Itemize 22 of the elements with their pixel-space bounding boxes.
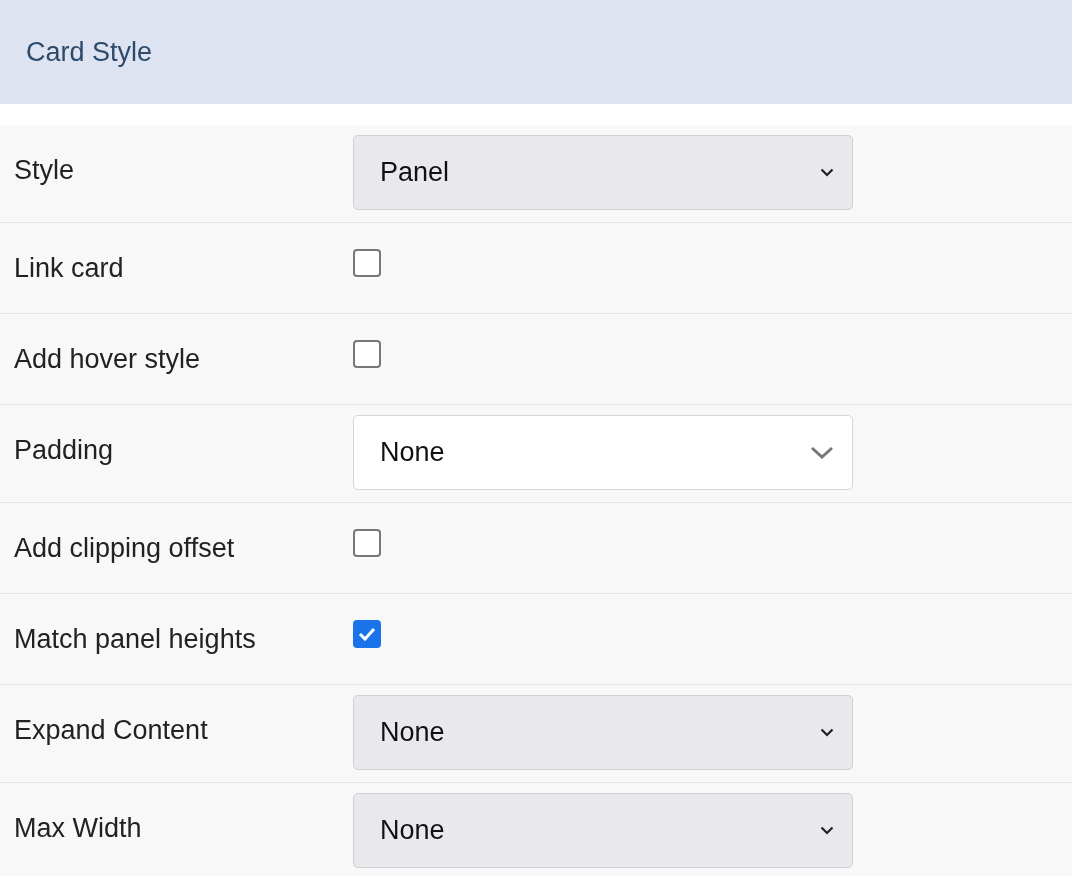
field-label: Max Width — [13, 812, 143, 845]
select-field[interactable]: None — [353, 695, 853, 770]
select-field[interactable]: None — [353, 793, 853, 868]
field-label: Match panel heights — [13, 623, 257, 656]
select-field[interactable]: None — [353, 415, 853, 490]
field-label: Padding — [13, 434, 115, 467]
section-title: Card Style — [26, 36, 153, 68]
field-label: Add hover style — [13, 343, 202, 376]
checkmark-icon — [358, 627, 376, 641]
field-label: Style — [13, 154, 76, 187]
field-label: Expand Content — [13, 714, 209, 747]
field-label: Link card — [13, 252, 125, 285]
checkbox[interactable] — [353, 249, 381, 277]
chevron-down-icon — [820, 826, 834, 835]
checkbox[interactable] — [353, 340, 381, 368]
select-field[interactable]: Panel — [353, 135, 853, 210]
checkbox[interactable] — [353, 620, 381, 648]
chevron-down-icon — [820, 728, 834, 737]
chevron-down-icon — [820, 168, 834, 177]
field-label: Add clipping offset — [13, 532, 236, 565]
checkbox[interactable] — [353, 529, 381, 557]
chevron-down-icon — [810, 445, 834, 460]
